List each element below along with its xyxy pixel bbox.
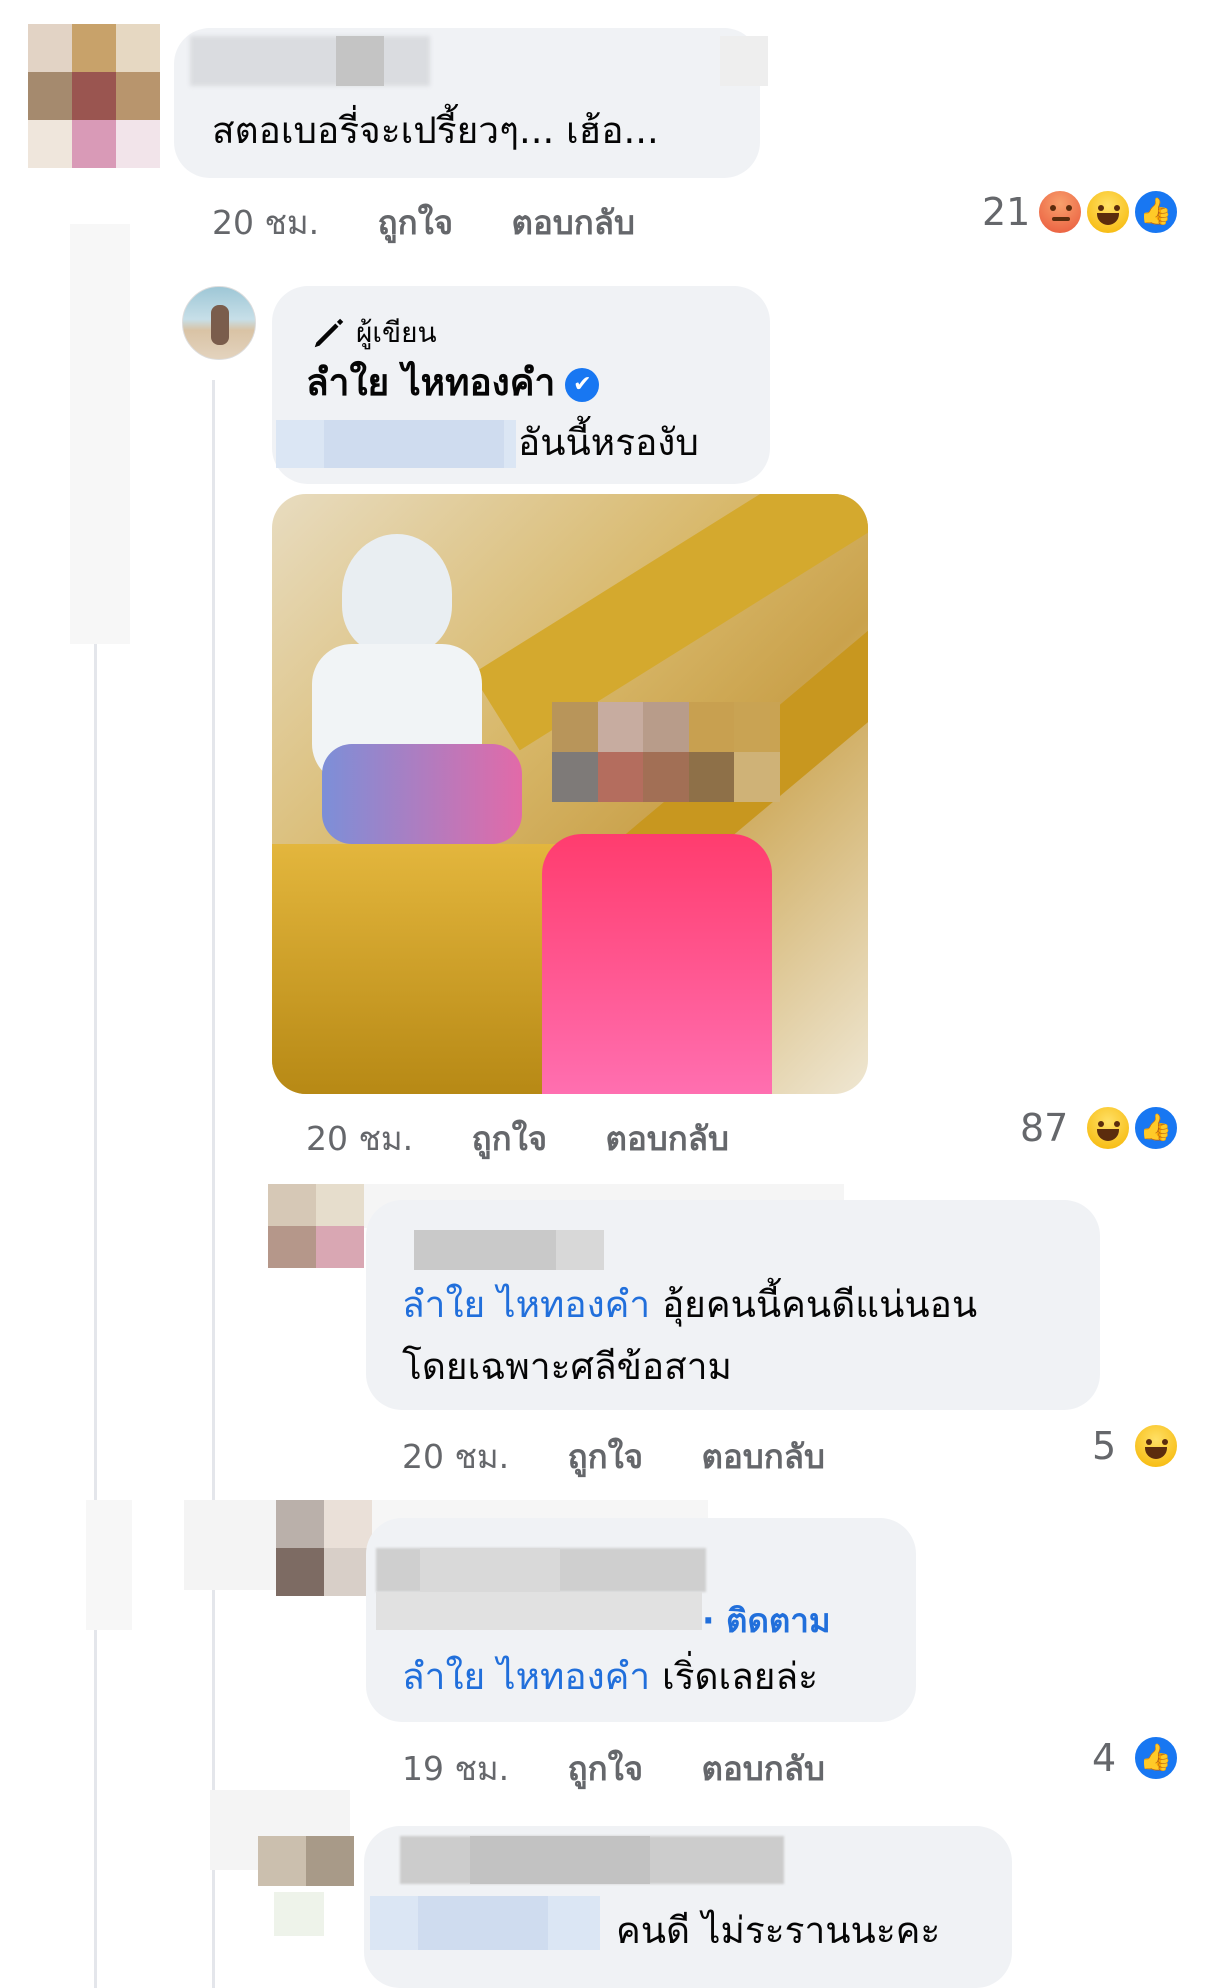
comment-text: อันนี้หรองับ xyxy=(518,421,699,464)
author-avatar[interactable] xyxy=(182,286,256,360)
comment-text-line1: อุ้ยคนนี้คนดีแน่นอน xyxy=(661,1283,978,1326)
comment-text-line2: โดยเฉพาะศลีข้อสาม xyxy=(402,1345,732,1388)
haha-reaction-icon xyxy=(1084,1104,1132,1152)
verified-icon: ✔ xyxy=(565,367,600,402)
angry-reaction-icon xyxy=(1036,188,1084,236)
thread-line xyxy=(94,640,97,1988)
like-button[interactable]: ถูกใจ xyxy=(568,1749,643,1788)
blurred-username xyxy=(470,1836,650,1884)
blurred-username xyxy=(376,1592,702,1630)
blurred-username xyxy=(556,1230,604,1270)
blurred-username xyxy=(720,36,768,86)
blurred-username xyxy=(336,36,384,86)
timestamp[interactable]: 20 ชม. xyxy=(306,1119,413,1158)
comment-text: ลำใย ไหทองคำ เริ่ดเลยล่ะ xyxy=(402,1654,818,1700)
timestamp[interactable]: 20 ชม. xyxy=(402,1437,509,1476)
comment-meta: 20 ชม. ถูกใจ ตอบกลับ xyxy=(306,1112,729,1165)
reply-button[interactable]: ตอบกลับ xyxy=(702,1437,825,1476)
blurred-username xyxy=(190,36,430,86)
haha-reaction-icon xyxy=(1132,1422,1180,1470)
comment-text: ลำใย ไหทองคำ อุ้ยคนนี้คนดีแน่นอน xyxy=(402,1282,977,1328)
reaction-count[interactable]: 21 xyxy=(982,190,1030,234)
blurred-avatar xyxy=(274,1892,324,1936)
blurred-mention xyxy=(418,1896,548,1950)
timestamp[interactable]: 20 ชม. xyxy=(212,203,319,242)
haha-reaction-icon xyxy=(1084,188,1132,236)
like-reaction-icon: 👍 xyxy=(1132,1734,1180,1782)
like-reaction-icon: 👍 xyxy=(1132,188,1180,236)
author-name[interactable]: ลำใย ไหทองคำ ✔ xyxy=(306,360,600,406)
reaction-count[interactable]: 4 xyxy=(1092,1736,1116,1780)
thread-line-reply xyxy=(212,380,215,1988)
avatar[interactable] xyxy=(258,1836,354,1886)
comment-meta: 19 ชม. ถูกใจ ตอบกลับ xyxy=(402,1742,825,1795)
comment-meta: 20 ชม. ถูกใจ ตอบกลับ xyxy=(212,196,635,249)
reply-button[interactable]: ตอบกลับ xyxy=(702,1749,825,1788)
follow-link[interactable]: · ติดตาม xyxy=(702,1598,831,1644)
pixelated-face xyxy=(552,702,780,802)
reply-button[interactable]: ตอบกลับ xyxy=(512,203,635,242)
mention-link[interactable]: ลำใย ไหทองคำ xyxy=(402,1655,650,1698)
author-name-text[interactable]: ลำใย ไหทองคำ xyxy=(306,361,555,404)
comment-text: คนดี ไม่ระรานนะคะ xyxy=(616,1909,941,1952)
avatar[interactable] xyxy=(276,1500,372,1596)
like-reaction-icon: 👍 xyxy=(1132,1104,1180,1152)
comment-text-body: เริ่ดเลยล่ะ xyxy=(661,1655,819,1698)
blurred-avatar xyxy=(86,1500,132,1630)
reaction-count[interactable]: 5 xyxy=(1092,1424,1116,1468)
comment-meta: 20 ชม. ถูกใจ ตอบกลับ xyxy=(402,1430,825,1483)
like-button[interactable]: ถูกใจ xyxy=(568,1437,643,1476)
timestamp[interactable]: 19 ชม. xyxy=(402,1749,509,1788)
reply-button[interactable]: ตอบกลับ xyxy=(606,1119,729,1158)
avatar[interactable] xyxy=(268,1184,364,1268)
mention-link[interactable]: ลำใย ไหทองคำ xyxy=(402,1283,650,1326)
blurred-mention xyxy=(324,420,504,468)
like-button[interactable]: ถูกใจ xyxy=(378,203,453,242)
blurred-username xyxy=(420,1548,560,1592)
avatar[interactable] xyxy=(28,24,160,168)
blurred-avatar xyxy=(184,1500,280,1590)
reaction-count[interactable]: 87 xyxy=(1020,1106,1068,1150)
comment-text: สตอเบอรี่จะเปรี้ยวๆ... เฮ้อ... xyxy=(212,109,659,152)
blurred-avatar xyxy=(70,224,130,644)
like-button[interactable]: ถูกใจ xyxy=(472,1119,547,1158)
attached-photo[interactable] xyxy=(272,494,868,1094)
pencil-icon xyxy=(310,314,348,352)
author-badge: ผู้เขียน xyxy=(356,316,437,349)
